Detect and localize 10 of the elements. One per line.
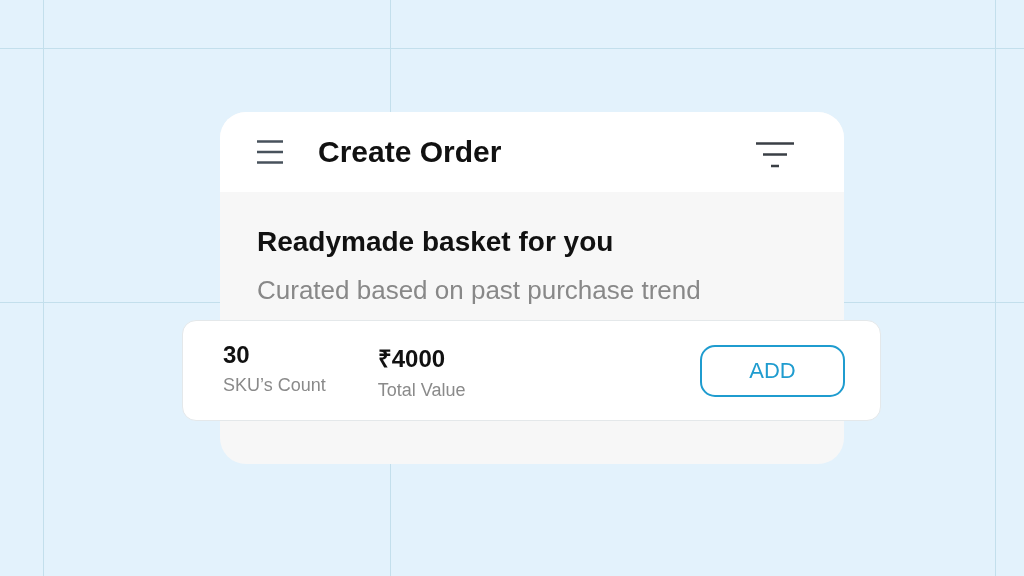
stat-label: SKU’s Count [223, 374, 326, 396]
stat-value: 30 [223, 340, 251, 369]
stat-value: ₹4000 [377, 343, 447, 374]
section-title: Readymade basket for you [257, 225, 615, 259]
menu-icon[interactable] [257, 140, 283, 164]
add-button[interactable]: ADD [700, 344, 845, 397]
stat-label: Total Value [377, 379, 466, 401]
page-title: Create Order [318, 135, 503, 169]
filter-icon[interactable] [756, 142, 794, 168]
section-subtitle: Curated based on past purchase trend [257, 274, 702, 307]
